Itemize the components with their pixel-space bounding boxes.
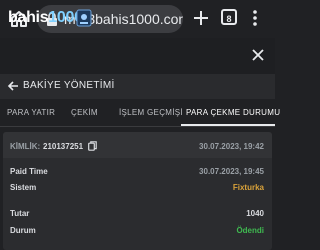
id-label: KİMLİK: — [10, 142, 41, 151]
tab-switcher-button[interactable]: 8 — [221, 9, 237, 25]
tab-withdraw[interactable]: ÇEKİM — [71, 108, 98, 117]
page-title: BAKİYE YÖNETİMİ — [23, 80, 115, 91]
site-header — [0, 38, 275, 75]
amount-value: 1040 — [246, 209, 264, 218]
status-label: Durum — [10, 226, 36, 235]
close-icon[interactable] — [252, 49, 264, 61]
paid-time-value: 30.07.2023, 19:45 — [199, 167, 264, 176]
id-value: 210137251 — [43, 142, 84, 151]
system-value: Fixturka — [232, 183, 264, 192]
tab-deposit[interactable]: PARA YATIR — [7, 108, 55, 117]
amount-label: Tutar — [10, 209, 30, 218]
overflow-menu-icon[interactable] — [253, 9, 257, 27]
active-tab-indicator — [181, 124, 275, 126]
tab-transaction-history[interactable]: İŞLEM GEÇMİŞİ — [119, 108, 183, 117]
status-value: Ödendi — [236, 226, 264, 235]
paid-time-label: Paid Time — [10, 167, 48, 176]
created-date: 30.07.2023, 19:42 — [199, 142, 264, 151]
license-badge-icon — [76, 9, 92, 27]
copy-icon[interactable] — [88, 141, 97, 151]
tab-withdrawal-status[interactable]: PARA ÇEKME DURUMU — [186, 108, 280, 117]
back-arrow-icon[interactable] — [7, 80, 19, 92]
site-logo[interactable]: bahis1000 — [8, 9, 83, 27]
system-label: Sistem — [10, 183, 37, 192]
new-tab-icon[interactable] — [192, 9, 210, 27]
